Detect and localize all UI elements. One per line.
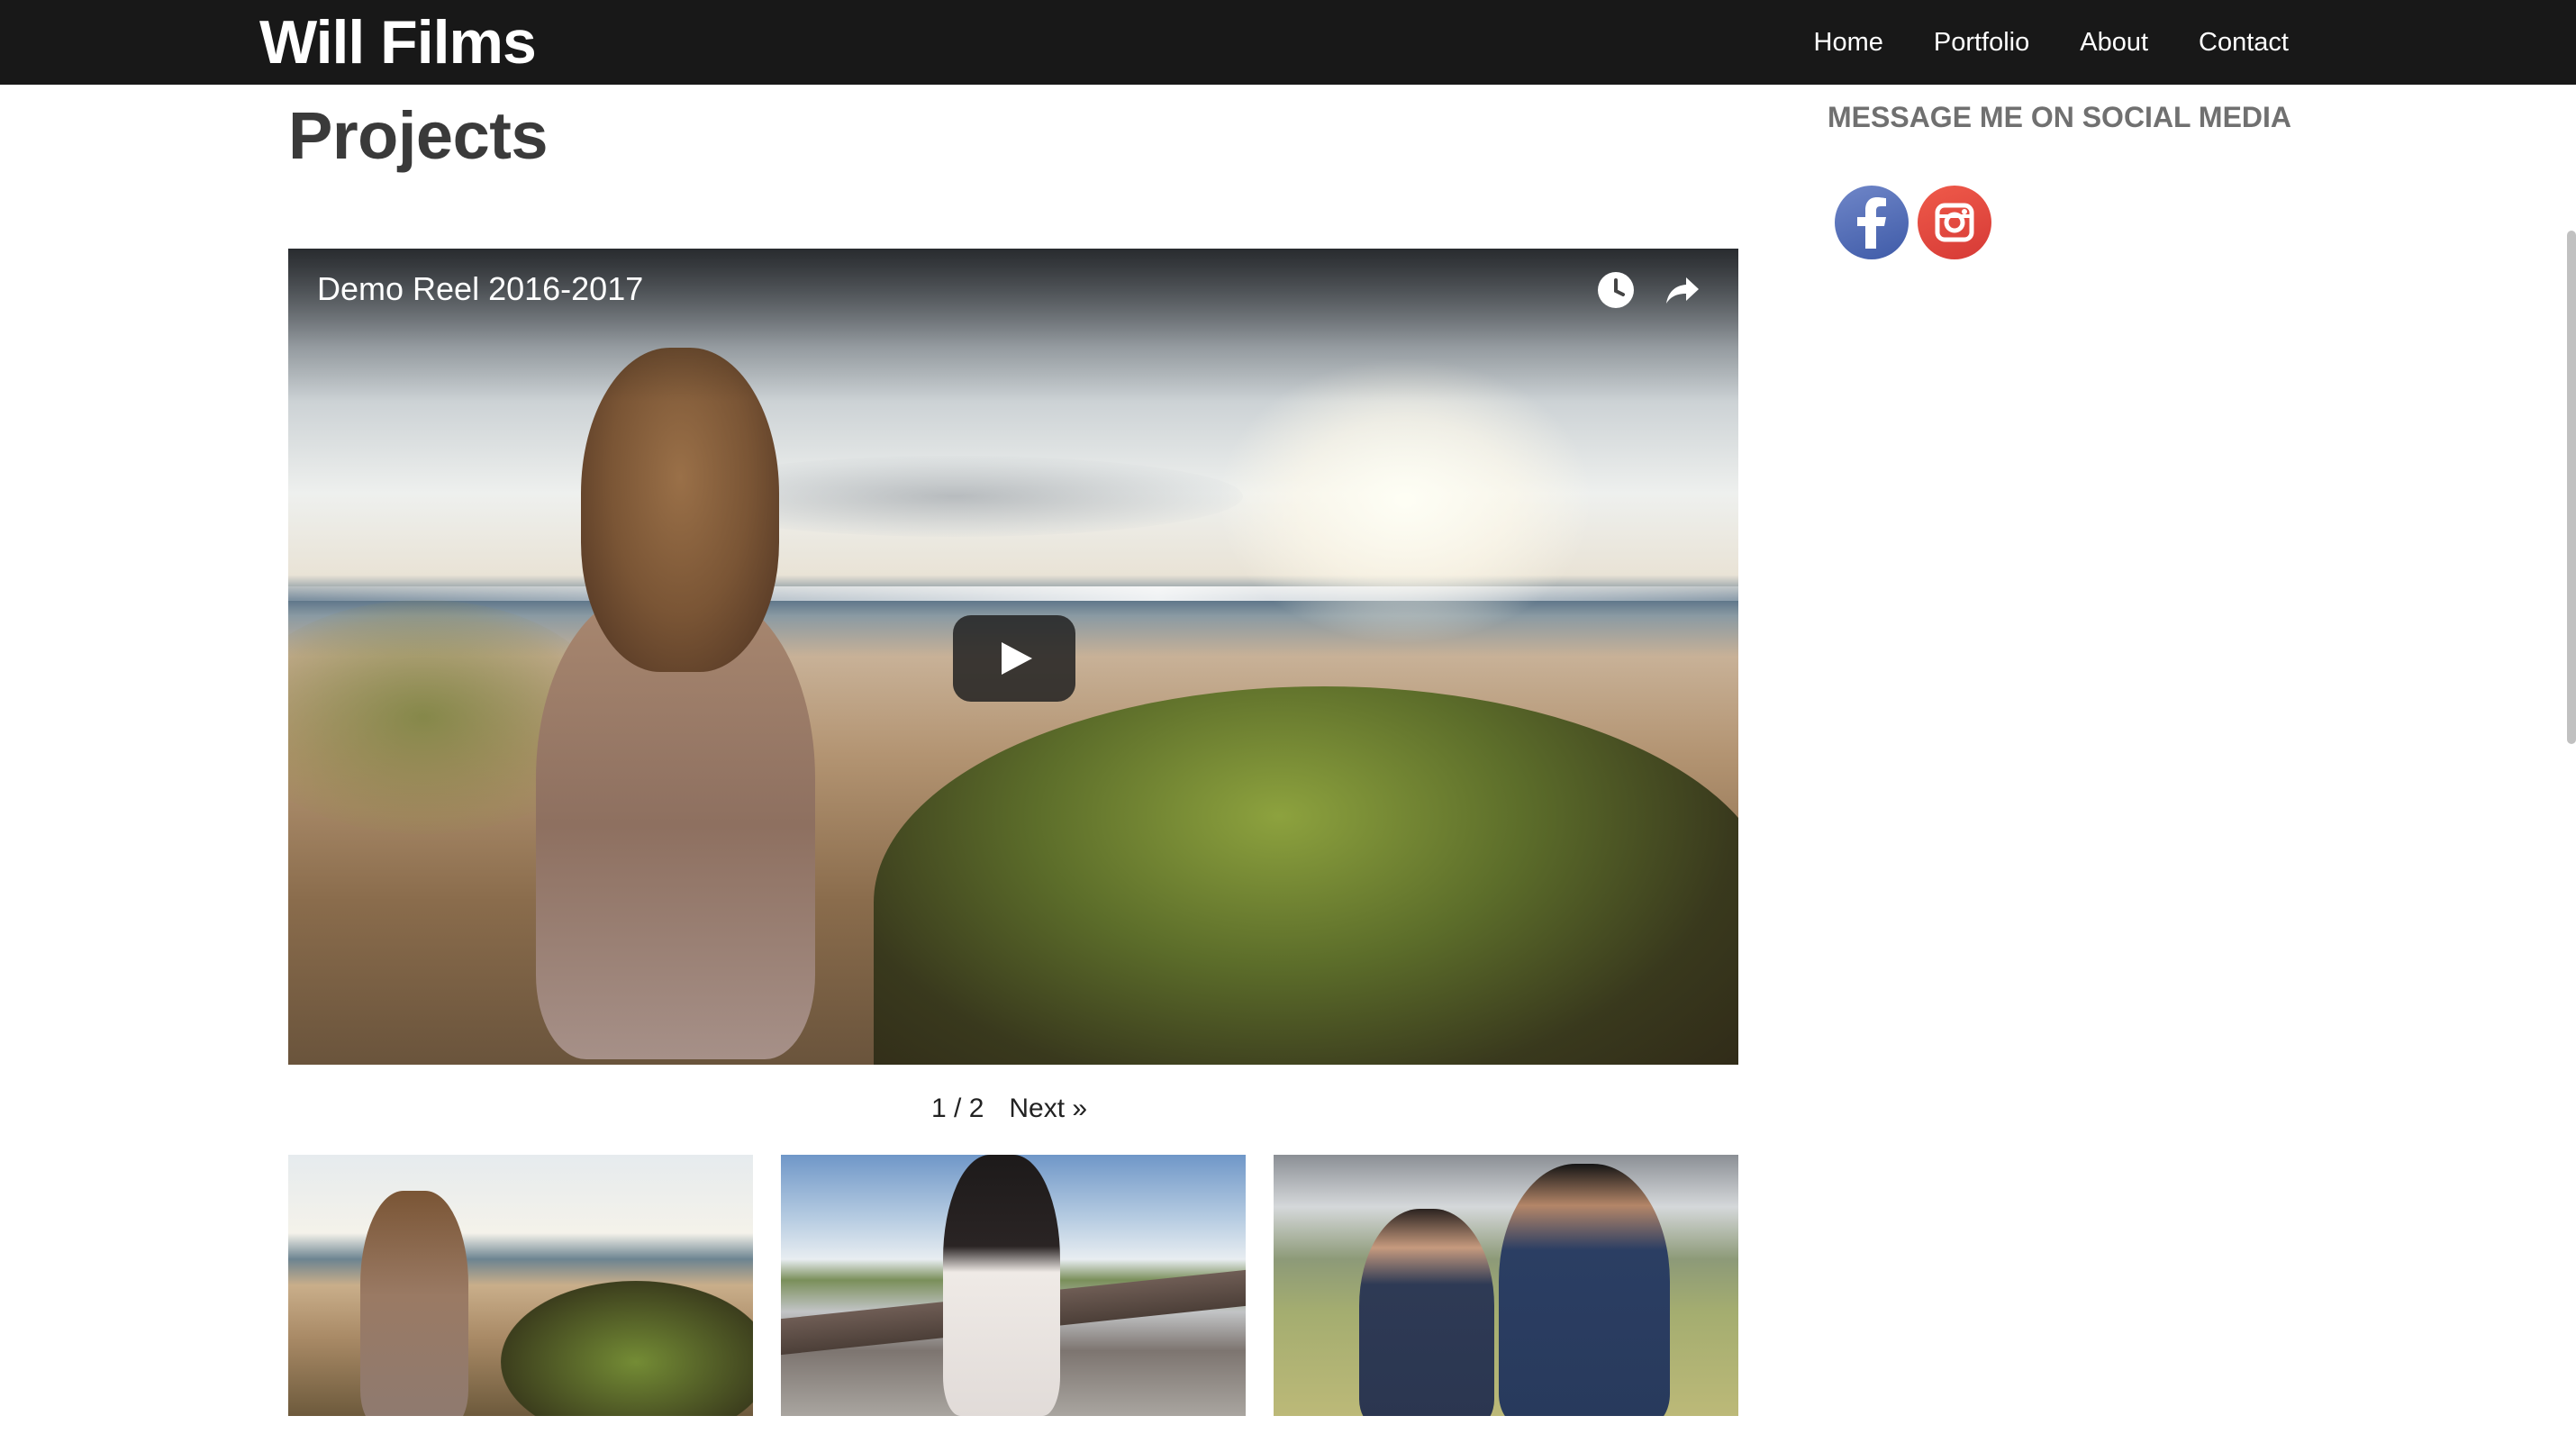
watch-later-icon[interactable] bbox=[1596, 270, 1636, 310]
page-scrollbar[interactable] bbox=[2567, 231, 2576, 744]
video-title[interactable]: Demo Reel 2016-2017 bbox=[317, 270, 643, 308]
sidebar-heading: MESSAGE ME ON SOCIAL MEDIA bbox=[1828, 101, 2292, 133]
video-frame-bush bbox=[874, 686, 1738, 1065]
facebook-button[interactable] bbox=[1835, 186, 1909, 259]
thumbnail-figure bbox=[360, 1191, 468, 1416]
thumbnail-2[interactable] bbox=[781, 1155, 1246, 1416]
page-title: Projects bbox=[288, 98, 549, 173]
video-frame-surf bbox=[288, 586, 1738, 601]
play-button[interactable] bbox=[953, 615, 1075, 702]
nav-contact-link[interactable]: Contact bbox=[2199, 28, 2289, 58]
pagination: 1 / 2 Next » bbox=[931, 1094, 1087, 1124]
thumbnail-1[interactable] bbox=[288, 1155, 753, 1416]
top-navigation-bar: Will Films Home Portfolio About Contact bbox=[0, 0, 2576, 85]
thumbnail-3[interactable] bbox=[1274, 1155, 1738, 1416]
facebook-icon bbox=[1857, 197, 1886, 249]
page-indicator: 1 / 2 bbox=[931, 1094, 984, 1123]
instagram-icon bbox=[1935, 203, 1974, 242]
next-page-link[interactable]: Next » bbox=[1009, 1094, 1087, 1124]
thumbnail-bush bbox=[501, 1281, 753, 1416]
play-icon bbox=[1002, 642, 1032, 675]
video-player[interactable]: Demo Reel 2016-2017 bbox=[288, 249, 1738, 1065]
main-nav: Home Portfolio About Contact bbox=[1814, 0, 2290, 85]
thumbnail-figure-right bbox=[1499, 1164, 1670, 1416]
nav-about-link[interactable]: About bbox=[2080, 28, 2148, 58]
video-frame-figure bbox=[509, 348, 842, 1065]
share-icon[interactable] bbox=[1663, 270, 1702, 310]
nav-portfolio-link[interactable]: Portfolio bbox=[1934, 28, 2029, 58]
thumbnail-figure-left bbox=[1359, 1209, 1494, 1416]
instagram-button[interactable] bbox=[1918, 186, 1991, 259]
video-actions bbox=[1596, 270, 1702, 310]
nav-home-link[interactable]: Home bbox=[1814, 28, 1883, 58]
thumbnail-figure bbox=[943, 1155, 1060, 1416]
site-logo[interactable]: Will Films bbox=[259, 4, 537, 81]
social-links bbox=[1835, 186, 1991, 259]
